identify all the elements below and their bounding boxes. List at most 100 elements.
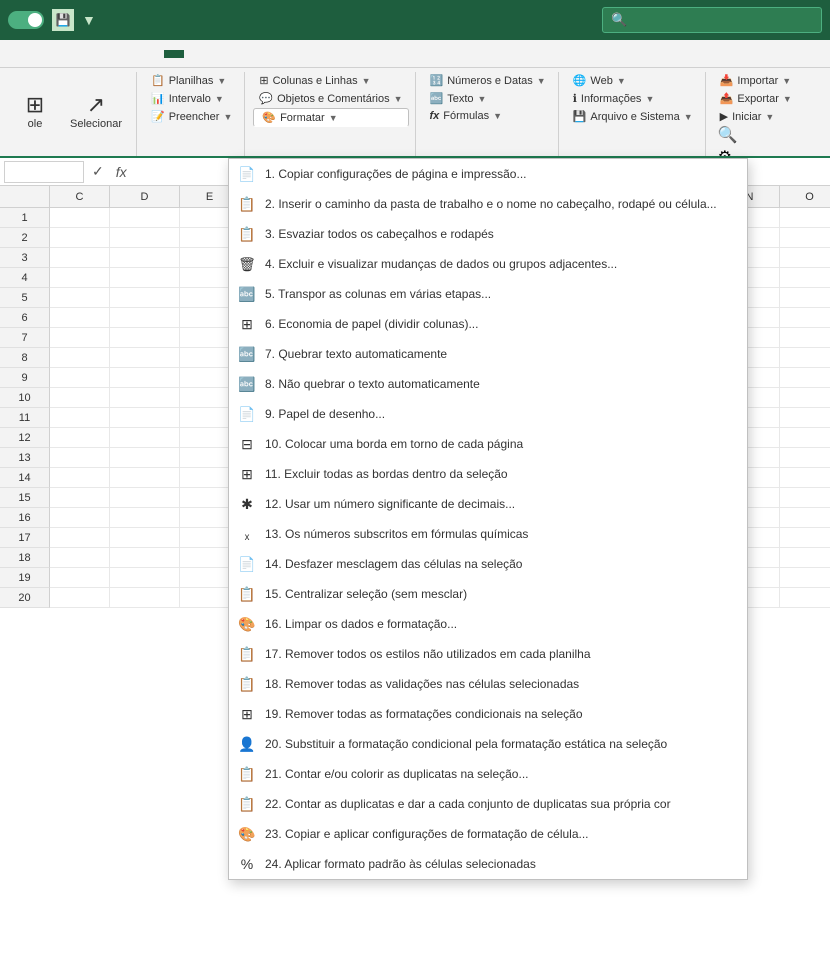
cell-D13[interactable] <box>110 448 180 468</box>
dropdown-item-16[interactable]: 🎨16. Limpar os dados e formatação... <box>229 609 747 639</box>
cell-C20[interactable] <box>50 588 110 608</box>
cell-O2[interactable] <box>780 228 830 248</box>
cell-O18[interactable] <box>780 548 830 568</box>
ribbon-exportar[interactable]: 📤 Exportar ▼ <box>714 90 798 107</box>
cell-C14[interactable] <box>50 468 110 488</box>
cell-O15[interactable] <box>780 488 830 508</box>
quick-access-arrow[interactable]: ▼ <box>82 12 96 28</box>
ribbon-numeros[interactable]: 🔢 Números e Datas ▼ <box>424 72 552 89</box>
cell-C13[interactable] <box>50 448 110 468</box>
dropdown-item-10[interactable]: ⊟10. Colocar uma borda em torno de cada … <box>229 429 747 459</box>
cell-D2[interactable] <box>110 228 180 248</box>
cell-D18[interactable] <box>110 548 180 568</box>
dropdown-item-12[interactable]: ✱12. Usar um número significante de deci… <box>229 489 747 519</box>
cell-O20[interactable] <box>780 588 830 608</box>
cell-O4[interactable] <box>780 268 830 288</box>
dropdown-item-2[interactable]: 📋2. Inserir o caminho da pasta de trabal… <box>229 189 747 219</box>
dropdown-item-11[interactable]: ⊞11. Excluir todas as bordas dentro da s… <box>229 459 747 489</box>
dropdown-item-8[interactable]: 🔤8. Não quebrar o texto automaticamente <box>229 369 747 399</box>
ribbon-objetos[interactable]: 💬 Objetos e Comentários ▼ <box>253 90 408 107</box>
ribbon-formulas-btn[interactable]: fx Fórmulas ▼ <box>424 108 552 124</box>
cell-O17[interactable] <box>780 528 830 548</box>
cell-D7[interactable] <box>110 328 180 348</box>
cell-D11[interactable] <box>110 408 180 428</box>
cell-O8[interactable] <box>780 348 830 368</box>
cell-D9[interactable] <box>110 368 180 388</box>
ribbon-settings-icon[interactable]: ⚙ <box>718 147 738 158</box>
dropdown-item-18[interactable]: 📋18. Remover todas as validações nas cél… <box>229 669 747 699</box>
dropdown-item-14[interactable]: 📄14. Desfazer mesclagem das células na s… <box>229 549 747 579</box>
cell-D4[interactable] <box>110 268 180 288</box>
cell-D12[interactable] <box>110 428 180 448</box>
menu-inserir[interactable] <box>4 50 24 58</box>
ribbon-preencher[interactable]: 📝 Preencher ▼ <box>145 108 238 125</box>
ribbon-btn-selecionar[interactable]: ↗ Selecionar <box>62 90 130 134</box>
cell-D6[interactable] <box>110 308 180 328</box>
cell-C19[interactable] <box>50 568 110 588</box>
cell-O12[interactable] <box>780 428 830 448</box>
cell-D8[interactable] <box>110 348 180 368</box>
dropdown-item-22[interactable]: 📋22. Contar as duplicatas e dar a cada c… <box>229 789 747 819</box>
search-bar[interactable]: 🔍 <box>602 7 822 33</box>
cell-C1[interactable] <box>50 208 110 228</box>
ribbon-formatar[interactable]: 🎨 Formatar ▼ <box>253 108 408 127</box>
cell-C5[interactable] <box>50 288 110 308</box>
cell-name-box[interactable] <box>4 161 84 183</box>
dropdown-item-13[interactable]: ₓ13. Os números subscritos em fórmulas q… <box>229 519 747 549</box>
dropdown-item-24[interactable]: %24. Aplicar formato padrão às células s… <box>229 849 747 879</box>
cell-D3[interactable] <box>110 248 180 268</box>
cell-O9[interactable] <box>780 368 830 388</box>
cell-C12[interactable] <box>50 428 110 448</box>
menu-revisao[interactable] <box>104 50 124 58</box>
cell-D19[interactable] <box>110 568 180 588</box>
formula-check[interactable]: ✓ <box>88 163 108 180</box>
cell-C15[interactable] <box>50 488 110 508</box>
menu-exibir[interactable] <box>124 50 144 58</box>
cell-O16[interactable] <box>780 508 830 528</box>
dropdown-item-15[interactable]: 📋15. Centralizar seleção (sem mesclar) <box>229 579 747 609</box>
menu-desenhar[interactable] <box>24 50 44 58</box>
ribbon-planilhas[interactable]: 📋 Planilhas ▼ <box>145 72 238 89</box>
cell-C18[interactable] <box>50 548 110 568</box>
cell-D10[interactable] <box>110 388 180 408</box>
cell-O5[interactable] <box>780 288 830 308</box>
dropdown-item-6[interactable]: ⊞6. Economia de papel (dividir colunas).… <box>229 309 747 339</box>
dropdown-item-4[interactable]: 🗑4. Excluir e visualizar mudanças de dad… <box>229 249 747 279</box>
ribbon-intervalo[interactable]: 📊 Intervalo ▼ <box>145 90 238 107</box>
cell-C7[interactable] <box>50 328 110 348</box>
cell-O19[interactable] <box>780 568 830 588</box>
menu-formulas[interactable] <box>64 50 84 58</box>
ribbon-iniciar[interactable]: ▶ Iniciar ▼ <box>714 108 798 125</box>
ribbon-web[interactable]: 🌐 Web ▼ <box>567 72 699 89</box>
ribbon-colunas-linhas[interactable]: ⊞ Colunas e Linhas ▼ <box>253 72 408 89</box>
cell-O3[interactable] <box>780 248 830 268</box>
ribbon-texto[interactable]: 🔤 Texto ▼ <box>424 90 552 107</box>
dropdown-item-7[interactable]: 🔤7. Quebrar texto automaticamente <box>229 339 747 369</box>
cell-O6[interactable] <box>780 308 830 328</box>
menu-layout[interactable] <box>44 50 64 58</box>
dropdown-item-23[interactable]: 🎨23. Copiar e aplicar configurações de f… <box>229 819 747 849</box>
cell-D1[interactable] <box>110 208 180 228</box>
ribbon-importar[interactable]: 📥 Importar ▼ <box>714 72 798 89</box>
cell-D20[interactable] <box>110 588 180 608</box>
cell-C6[interactable] <box>50 308 110 328</box>
cell-D5[interactable] <box>110 288 180 308</box>
cell-O13[interactable] <box>780 448 830 468</box>
cell-C2[interactable] <box>50 228 110 248</box>
cell-D17[interactable] <box>110 528 180 548</box>
menu-ajuda[interactable] <box>144 50 164 58</box>
ribbon-btn-controle[interactable]: ⊞ ole <box>10 90 60 134</box>
dropdown-item-20[interactable]: 👤20. Substituir a formatação condicional… <box>229 729 747 759</box>
ribbon-arquivo[interactable]: 💾 Arquivo e Sistema ▼ <box>567 108 699 125</box>
dropdown-item-1[interactable]: 📄1. Copiar configurações de página e imp… <box>229 159 747 189</box>
dropdown-item-3[interactable]: 📋3. Esvaziar todos os cabeçalhos e rodap… <box>229 219 747 249</box>
cell-O14[interactable] <box>780 468 830 488</box>
cell-C3[interactable] <box>50 248 110 268</box>
menu-asap[interactable] <box>164 50 184 58</box>
cell-D14[interactable] <box>110 468 180 488</box>
cell-C10[interactable] <box>50 388 110 408</box>
dropdown-item-9[interactable]: 📄9. Papel de desenho... <box>229 399 747 429</box>
cell-C16[interactable] <box>50 508 110 528</box>
dropdown-item-5[interactable]: 🔤5. Transpor as colunas em várias etapas… <box>229 279 747 309</box>
cell-D16[interactable] <box>110 508 180 528</box>
